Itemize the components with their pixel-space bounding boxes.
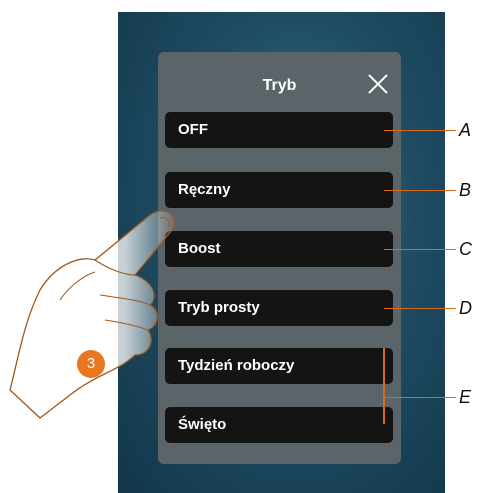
step-badge: 3 — [77, 350, 105, 378]
callout-e: E — [459, 387, 472, 407]
option-off[interactable]: OFF — [165, 112, 393, 148]
pointing-hand-icon — [9, 210, 175, 419]
callout-line-b — [384, 190, 456, 191]
close-icon[interactable] — [366, 72, 390, 96]
callout-line-c — [384, 249, 456, 250]
callout-line-d — [384, 308, 456, 309]
callout-line-e — [384, 397, 456, 398]
callout-b: B — [459, 180, 472, 200]
callout-c: C — [459, 239, 472, 259]
callout-line-a — [384, 130, 456, 131]
dialog-title: Tryb — [262, 77, 297, 94]
callout-d: D — [459, 298, 472, 318]
callout-a: A — [459, 120, 472, 140]
callout-bracket-e — [383, 348, 385, 424]
